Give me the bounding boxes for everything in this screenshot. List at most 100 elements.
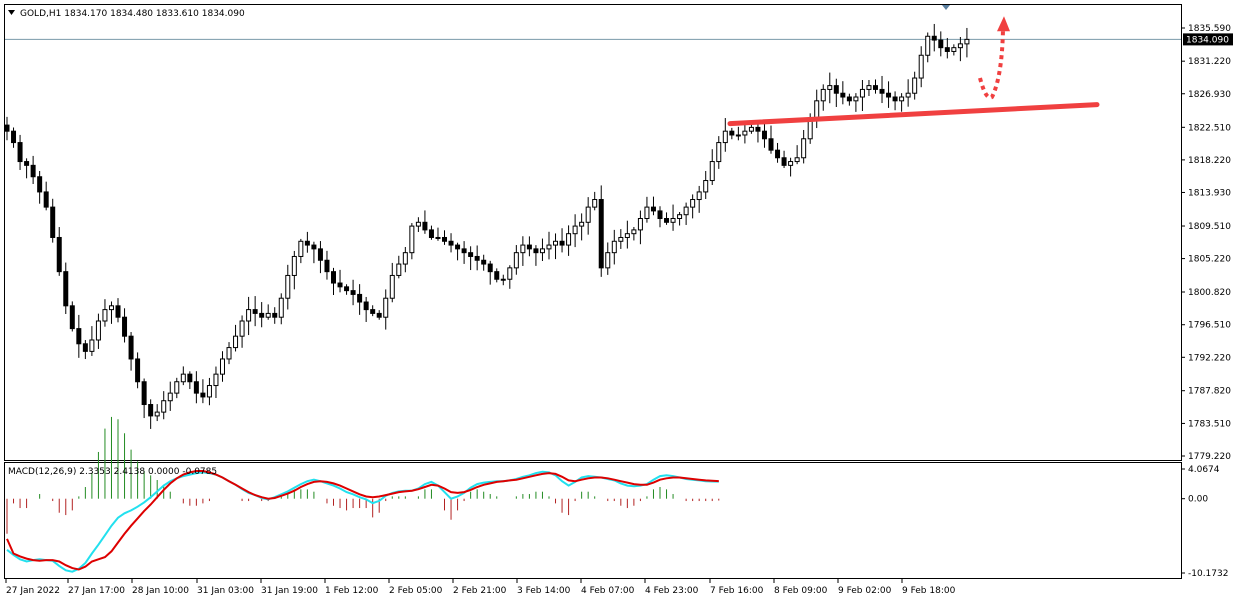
candle-bear — [317, 248, 323, 261]
macd-axis: 4.0674 0.00 -10.1732 — [1181, 465, 1228, 579]
price-tick-label: 1796.510 — [1188, 321, 1231, 331]
candle-bear — [598, 199, 604, 269]
candle-bear — [30, 164, 36, 178]
candle-bull — [167, 392, 173, 402]
price-tick-label: 1787.820 — [1188, 387, 1231, 397]
time-tick-label: 2 Feb 05:00 — [389, 586, 443, 596]
chart-svg: 1835.590 1831.220 1826.930 1822.510 1818.220… — [4, 4, 1233, 596]
candle-bull — [899, 96, 905, 102]
candle-bull — [239, 320, 245, 337]
candle-bear — [141, 381, 147, 406]
candle-bear — [337, 282, 343, 288]
candle-bear — [775, 149, 781, 159]
candle-bull — [631, 229, 637, 235]
candle-bull — [905, 92, 911, 98]
candle-bull — [611, 240, 617, 254]
candle-bull — [213, 373, 219, 387]
candle-bull — [566, 233, 572, 246]
candle-bull — [409, 225, 415, 254]
price-tick-label: 1818.220 — [1188, 156, 1231, 166]
time-tick-label: 27 Jan 2022 — [6, 586, 60, 596]
candle-bear — [526, 244, 532, 250]
candle-bull — [298, 240, 304, 257]
candle-bull — [690, 199, 696, 208]
candle-bear — [650, 206, 656, 212]
candle-bear — [872, 85, 878, 90]
candle-bull — [624, 233, 630, 238]
candle-bull — [246, 309, 252, 322]
candle-bear — [69, 305, 75, 330]
candle-bull — [683, 206, 689, 216]
candle-bull — [592, 199, 598, 208]
candle-bear — [259, 312, 265, 318]
candle-bear — [17, 142, 23, 163]
price-axis: 1835.590 1831.220 1826.930 1822.510 1818.220… — [1181, 24, 1231, 462]
symbol-header: GOLD,H1 1834.170 1834.480 1833.610 1834.… — [20, 9, 245, 19]
candle-bull — [180, 373, 186, 383]
candle-bear — [886, 92, 892, 98]
candle-bear — [533, 248, 539, 254]
candle-bear — [115, 305, 121, 318]
candle-bull — [402, 252, 408, 265]
time-tick-label: 4 Feb 23:00 — [645, 586, 699, 596]
candle-bull — [709, 161, 715, 182]
candle-bear — [200, 392, 206, 398]
candle-bear — [37, 176, 43, 193]
candle-bull — [859, 88, 865, 98]
candle-bear — [448, 240, 454, 246]
candle-bull — [226, 347, 232, 360]
candle-bear — [24, 161, 30, 166]
candle-bull — [233, 335, 239, 349]
candle-bull — [161, 400, 167, 413]
candle-bear — [272, 312, 278, 318]
candle-bear — [370, 309, 376, 314]
candle-bear — [363, 301, 369, 311]
macd-tick-label: 4.0674 — [1188, 465, 1220, 475]
candle-bull — [827, 85, 833, 90]
candle-bull — [957, 43, 963, 49]
candle-bear — [128, 335, 134, 360]
time-tick-label: 8 Feb 09:00 — [774, 586, 828, 596]
macd-header: MACD(12,26,9) 2.3353 2.4138 0.0000 -0.07… — [8, 467, 217, 477]
candle-bear — [4, 124, 10, 132]
candle-bull — [579, 221, 585, 227]
candle-bull — [716, 142, 722, 163]
main-panel-frame[interactable] — [4, 4, 1182, 461]
time-tick-label: 9 Feb 02:00 — [838, 586, 892, 596]
candle-bear — [487, 263, 493, 273]
candle-bear — [324, 259, 330, 273]
price-tick-label: 1822.510 — [1188, 123, 1231, 133]
candle-bear — [135, 358, 141, 383]
time-tick-label: 28 Jan 10:00 — [132, 586, 189, 596]
candle-bear — [428, 229, 434, 238]
macd-panel-frame[interactable] — [4, 462, 1182, 579]
time-tick-label: 31 Jan 03:00 — [197, 586, 254, 596]
candle-bear — [938, 39, 944, 49]
candle-bull — [918, 54, 924, 79]
candle-bull — [794, 157, 800, 163]
candle-bear — [781, 157, 787, 166]
candle-bull — [572, 225, 578, 235]
candle-bear — [461, 248, 467, 254]
candle-bear — [357, 293, 363, 303]
candle-bull — [820, 88, 826, 102]
candle-bear — [840, 92, 846, 98]
candle-bull — [520, 244, 526, 254]
price-tick-label: 1835.590 — [1188, 24, 1231, 34]
candle-bear — [311, 244, 317, 250]
candle-bear — [892, 96, 898, 102]
candle-bull — [951, 47, 957, 52]
candle-bear — [43, 191, 49, 208]
candle-bear — [833, 85, 839, 94]
candle-bull — [265, 312, 271, 318]
time-tick-label: 4 Feb 07:00 — [581, 586, 635, 596]
candle-bull — [853, 96, 859, 102]
price-tick-label: 1792.220 — [1188, 353, 1231, 363]
candle-bear — [344, 286, 350, 292]
candle-bear — [474, 255, 480, 261]
candle-bull — [925, 35, 931, 56]
price-tick-label: 1826.930 — [1188, 90, 1231, 100]
candle-bear — [455, 244, 461, 250]
candle-bull — [389, 274, 395, 299]
candle-bear — [63, 271, 69, 307]
